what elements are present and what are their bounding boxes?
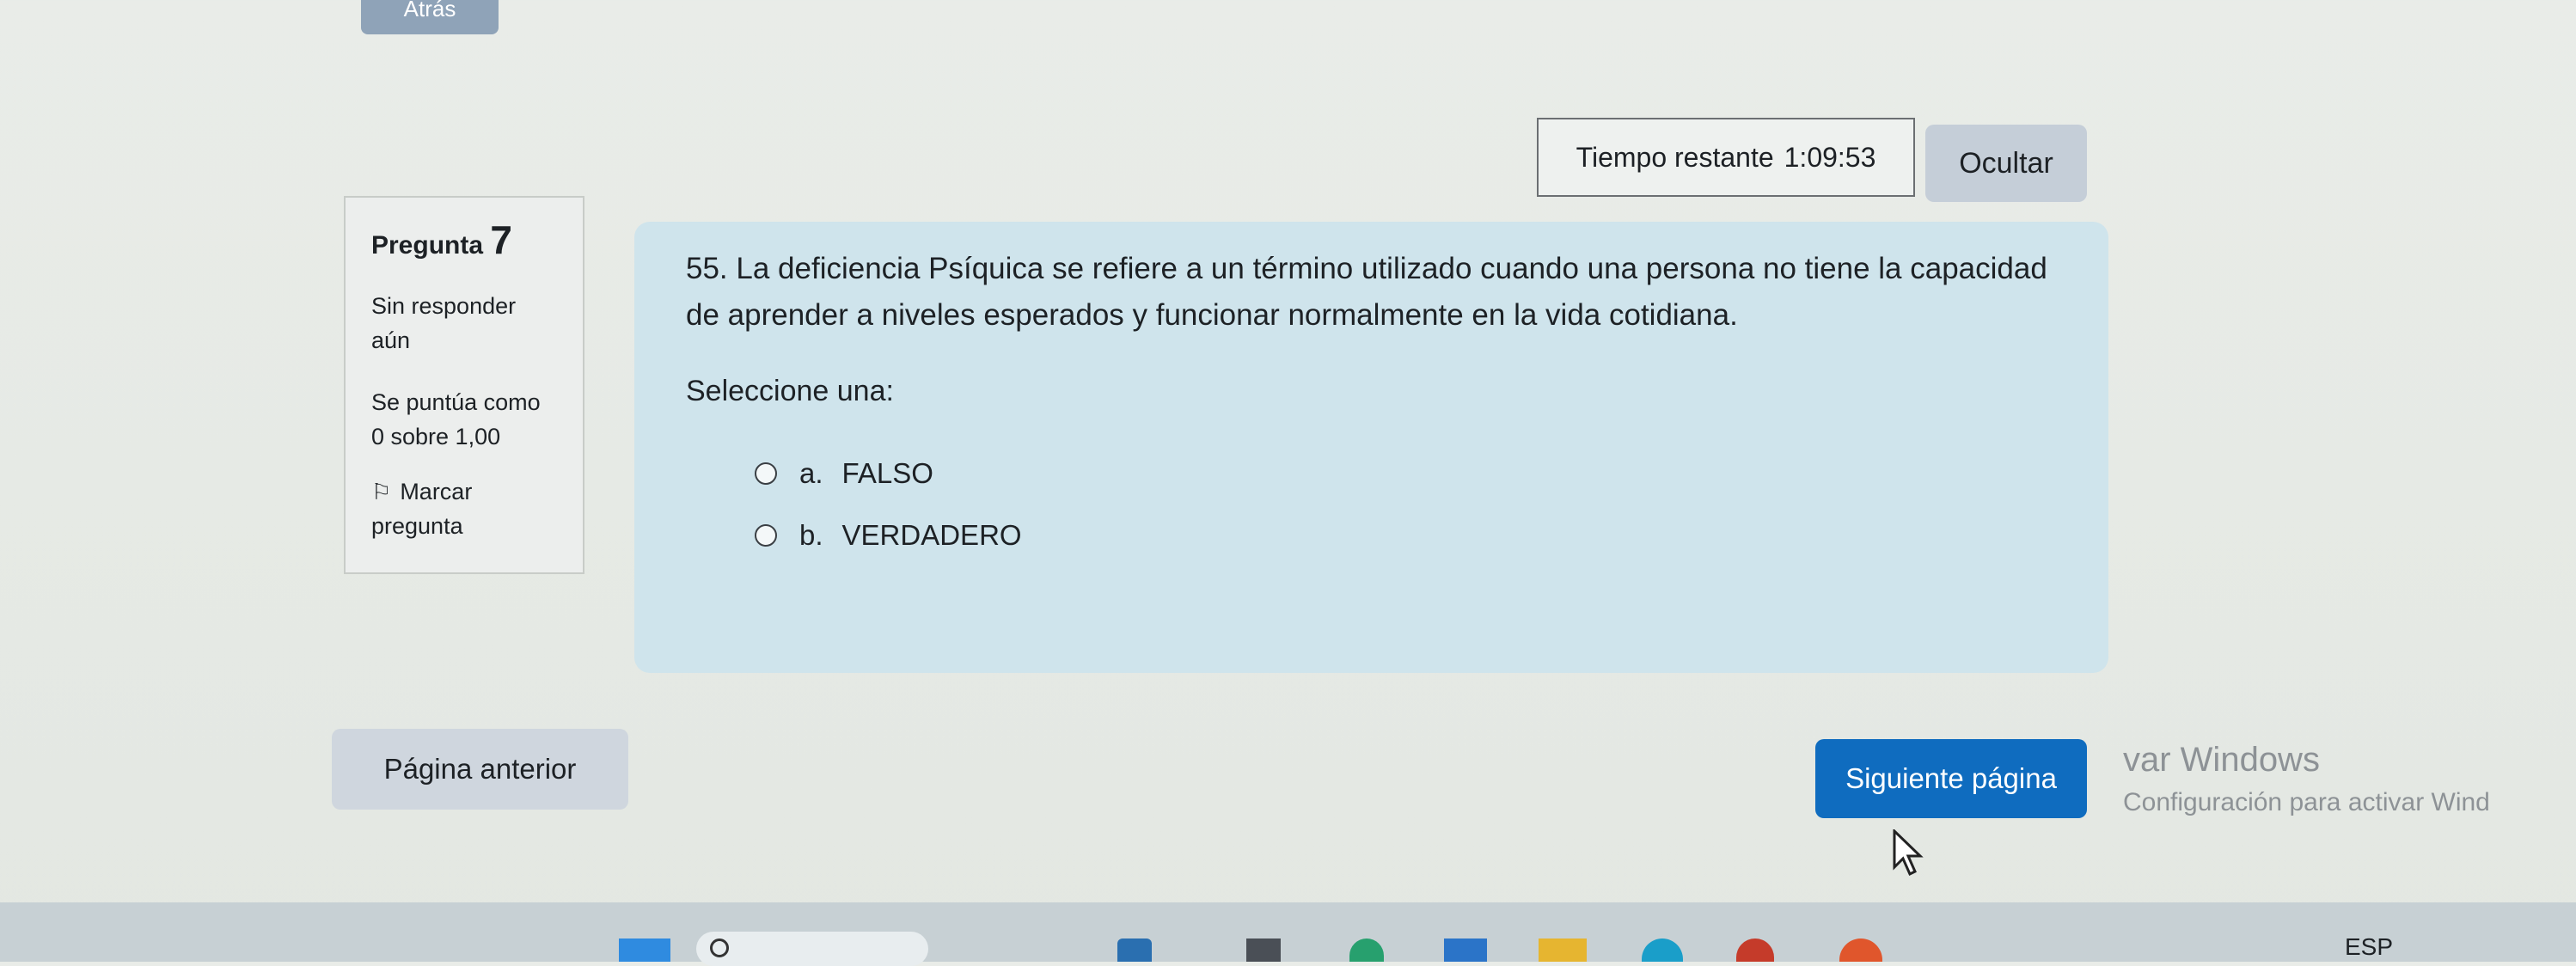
timer-box: Tiempo restante 1:09:53	[1537, 118, 1915, 197]
flag-question-label-line2[interactable]: pregunta	[371, 509, 569, 543]
language-indicator[interactable]: ESP	[2345, 933, 2393, 961]
answer-option-a[interactable]: a. FALSO	[755, 443, 2074, 504]
search-icon	[710, 938, 729, 957]
next-page-button[interactable]: Siguiente página	[1815, 739, 2087, 818]
previous-page-button[interactable]: Página anterior	[332, 729, 628, 810]
answer-letter-b: b.	[799, 519, 823, 551]
taskbar-app-icon[interactable]	[1246, 938, 1281, 962]
watermark-line2: Configuración para activar Wind	[2123, 788, 2490, 816]
question-state-line1: Sin responder	[371, 293, 517, 319]
question-info-box: Pregunta 7 Sin responder aún Se puntúa c…	[344, 196, 584, 574]
taskbar-app-icon[interactable]	[1444, 938, 1487, 962]
answer-list: a. FALSO b. VERDADERO	[686, 443, 2074, 566]
question-grade-line2: 0 sobre 1,00	[371, 424, 501, 449]
answer-label-a[interactable]: FALSO	[842, 457, 933, 490]
question-text: 55. La deficiencia Psíquica se refiere a…	[686, 252, 2047, 332]
file-explorer-icon[interactable]	[1539, 938, 1587, 962]
mouse-cursor-icon	[1893, 829, 1924, 877]
answer-letter-a: a.	[799, 457, 823, 489]
question-state-line2: aún	[371, 327, 411, 353]
question-grade-line1: Se puntúa como	[371, 389, 541, 415]
question-number-label: Pregunta	[371, 231, 484, 260]
taskbar-app-icon[interactable]	[1736, 938, 1774, 962]
question-number-value: 7	[490, 217, 512, 262]
answer-label-b[interactable]: VERDADERO	[842, 519, 1022, 552]
answer-option-b[interactable]: b. VERDADERO	[755, 504, 2074, 566]
chrome-icon[interactable]	[1839, 938, 1882, 962]
select-prompt: Seleccione una:	[686, 375, 894, 407]
radio-button-a[interactable]	[755, 462, 777, 485]
radio-button-b[interactable]	[755, 524, 777, 547]
timer-label: Tiempo restante	[1576, 141, 1774, 173]
taskbar: ESP	[0, 902, 2576, 966]
windows-start-icon[interactable]	[619, 938, 670, 962]
taskbar-app-icon[interactable]	[1117, 938, 1152, 962]
browser-icon[interactable]	[1642, 938, 1683, 962]
back-button[interactable]: Atrás	[361, 0, 499, 34]
question-panel: 55. La deficiencia Psíquica se refiere a…	[634, 222, 2108, 673]
question-number: Pregunta 7	[371, 217, 569, 263]
flag-question-link[interactable]: ⚐ Marcar	[371, 474, 569, 509]
taskbar-app-icon[interactable]	[1349, 938, 1384, 962]
taskbar-search[interactable]	[696, 932, 928, 966]
flag-question-label-line1: Marcar	[400, 479, 473, 504]
flag-icon: ⚐	[371, 479, 392, 504]
timer-value: 1:09:53	[1784, 141, 1876, 173]
windows-activation-watermark: var Windows Configuración para activar W…	[2123, 741, 2490, 817]
hide-timer-button[interactable]: Ocultar	[1925, 125, 2087, 202]
watermark-line1: var Windows	[2123, 741, 2320, 779]
